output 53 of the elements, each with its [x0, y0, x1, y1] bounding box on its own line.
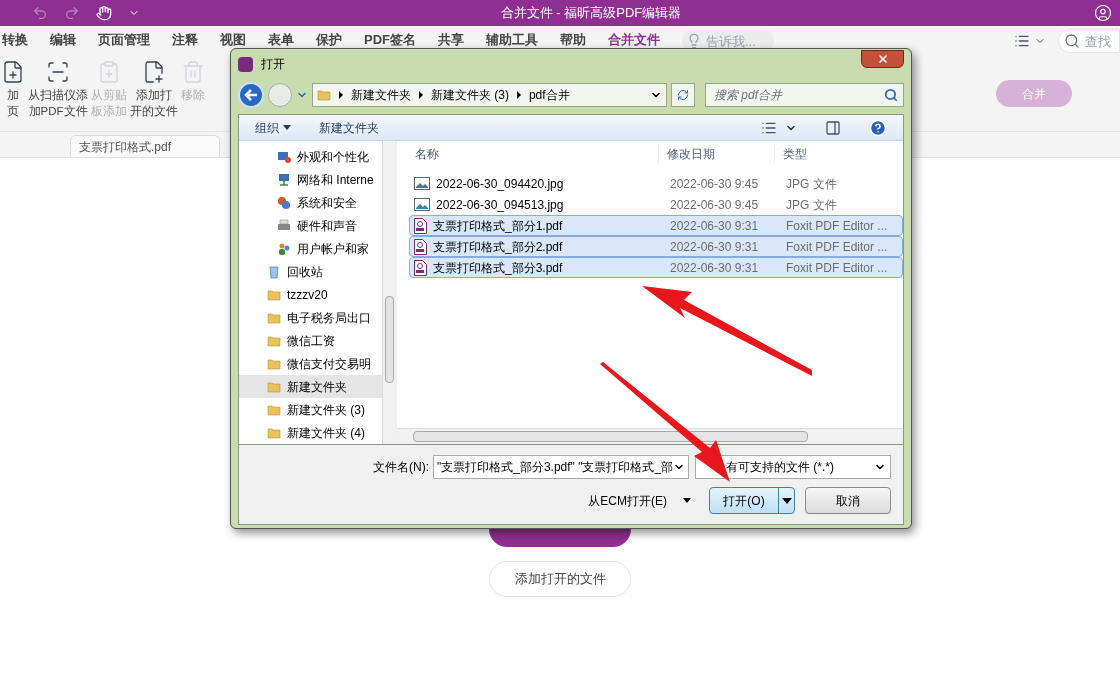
- menu-tab[interactable]: 注释: [172, 29, 198, 53]
- breadcrumb-item[interactable]: 新建文件夹 (3): [430, 86, 509, 104]
- breadcrumb-item[interactable]: pdf合并: [528, 86, 570, 104]
- address-bar[interactable]: 新建文件夹 新建文件夹 (3) pdf合并: [311, 83, 668, 107]
- filename-field[interactable]: "支票打印格式_部分3.pdf" "支票打印格式_部: [433, 455, 689, 479]
- file-row[interactable]: 2022-06-30_094513.jpg 2022-06-30 9:45 JPG 文件: [409, 194, 903, 215]
- nav-item[interactable]: 微信工资: [239, 329, 382, 352]
- menu-tab[interactable]: PDF签名: [364, 29, 416, 53]
- nav-item[interactable]: 硬件和声音: [239, 214, 382, 237]
- filename-label: 文件名(N):: [373, 459, 429, 476]
- file-row[interactable]: 支票打印格式_部分3.pdf 2022-06-30 9:31 Foxit PDF Editor ...: [409, 257, 903, 278]
- menu-tab[interactable]: 视图: [220, 29, 246, 53]
- file-type-dropdown[interactable]: 有可支持的文件 (*.*): [695, 455, 891, 479]
- menu-tab[interactable]: 保护: [316, 29, 342, 53]
- ecm-open-button[interactable]: 从ECM打开(E): [588, 491, 691, 510]
- menu-tab[interactable]: 编辑: [50, 29, 76, 53]
- file-row[interactable]: 支票打印格式_部分2.pdf 2022-06-30 9:31 Foxit PDF Editor ...: [409, 236, 903, 257]
- open-button[interactable]: 打开(O): [709, 487, 795, 514]
- find-field[interactable]: 查找: [1058, 29, 1120, 53]
- column-header[interactable]: 名称: [397, 145, 659, 163]
- file-row[interactable]: 支票打印格式_部分1.pdf 2022-06-30 9:31 Foxit PDF Editor ...: [409, 215, 903, 236]
- new-folder-button[interactable]: 新建文件夹: [319, 118, 379, 137]
- nav-item[interactable]: tzzzv20: [239, 283, 382, 306]
- nav-item[interactable]: 用户帐户和家: [239, 237, 382, 260]
- nav-item[interactable]: 系统和安全: [239, 191, 382, 214]
- add-file-button[interactable]: 添加打开的文件: [489, 561, 631, 597]
- column-header[interactable]: 修改日期: [659, 145, 775, 163]
- nav-item[interactable]: 新建文件夹: [239, 375, 382, 398]
- menu-tab[interactable]: 表单: [268, 29, 294, 53]
- cancel-button[interactable]: 取消: [805, 487, 891, 514]
- nav-item[interactable]: 外观和个性化: [239, 145, 382, 168]
- nav-item[interactable]: 微信支付交易明: [239, 352, 382, 375]
- toolbar-button[interactable]: 添加打 开的文件: [129, 60, 179, 119]
- column-header[interactable]: 类型: [775, 145, 807, 163]
- toolbar-button[interactable]: 加 页: [0, 60, 26, 119]
- menu-tab[interactable]: 页面管理: [98, 29, 150, 53]
- file-row[interactable]: 2022-06-30_094420.jpg 2022-06-30 9:45 JPG 文件: [409, 173, 903, 194]
- organize-button[interactable]: 组织: [255, 118, 291, 137]
- nav-item[interactable]: 网络和 Interne: [239, 168, 382, 191]
- nav-item[interactable]: 电子税务局出口: [239, 306, 382, 329]
- menu-tab[interactable]: 共享: [438, 29, 464, 53]
- window-title: 合并文件 - 福昕高级PDF编辑器: [500, 4, 682, 23]
- nav-item[interactable]: 回收站: [239, 260, 382, 283]
- menu-tab[interactable]: 辅助工具: [486, 29, 538, 53]
- nav-item[interactable]: 新建文件夹 (3): [239, 398, 382, 421]
- toolbar-button[interactable]: 从扫描仪添 加PDF文件: [27, 60, 89, 119]
- menu-tab[interactable]: 转换: [2, 29, 28, 53]
- nav-item[interactable]: 新建文件夹 (4): [239, 421, 382, 444]
- search-field[interactable]: 搜索 pdf合并: [705, 83, 904, 107]
- breadcrumb-item[interactable]: 新建文件夹: [350, 86, 411, 104]
- dialog-title: 打开: [261, 56, 285, 73]
- menu-tab[interactable]: 帮助: [560, 29, 586, 53]
- document-tab[interactable]: 支票打印格式.pdf: [70, 135, 220, 157]
